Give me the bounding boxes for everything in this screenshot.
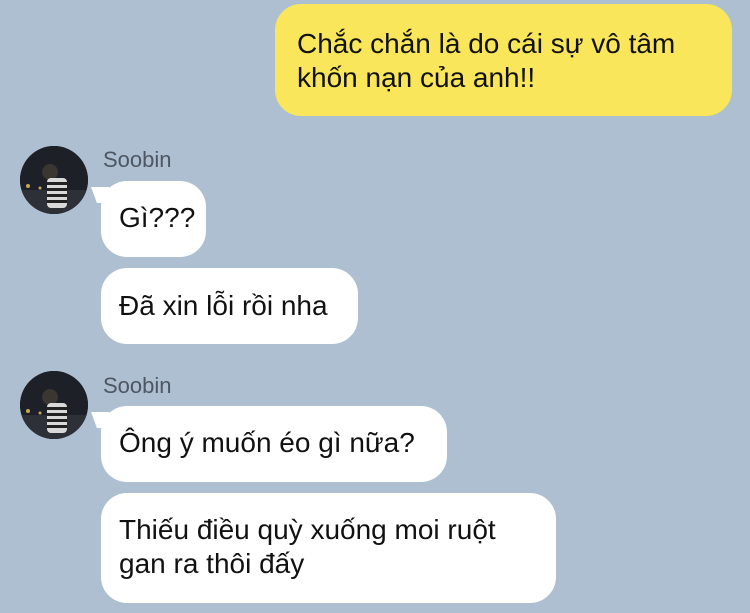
incoming-message-bubble[interactable]: Gì??? xyxy=(101,181,206,257)
incoming-message-bubble[interactable]: Đã xin lỗi rồi nha xyxy=(101,268,358,344)
incoming-message-bubble[interactable]: Thiếu điều quỳ xuống moi ruột gan ra thô… xyxy=(101,493,556,603)
chat-area[interactable]: Chắc chắn là do cái sự vô tâm khốn nạn c… xyxy=(0,0,750,613)
outgoing-message-bubble[interactable]: Chắc chắn là do cái sự vô tâm khốn nạn c… xyxy=(275,4,732,116)
incoming-message-bubble[interactable]: Ông ý muốn éo gì nữa? xyxy=(101,406,447,482)
sender-avatar[interactable] xyxy=(20,146,88,214)
avatar-photo-icon xyxy=(20,371,88,439)
sender-name: Soobin xyxy=(103,373,172,398)
sender-name: Soobin xyxy=(103,147,172,172)
sender-avatar[interactable] xyxy=(20,371,88,439)
avatar-photo-icon xyxy=(20,146,88,214)
